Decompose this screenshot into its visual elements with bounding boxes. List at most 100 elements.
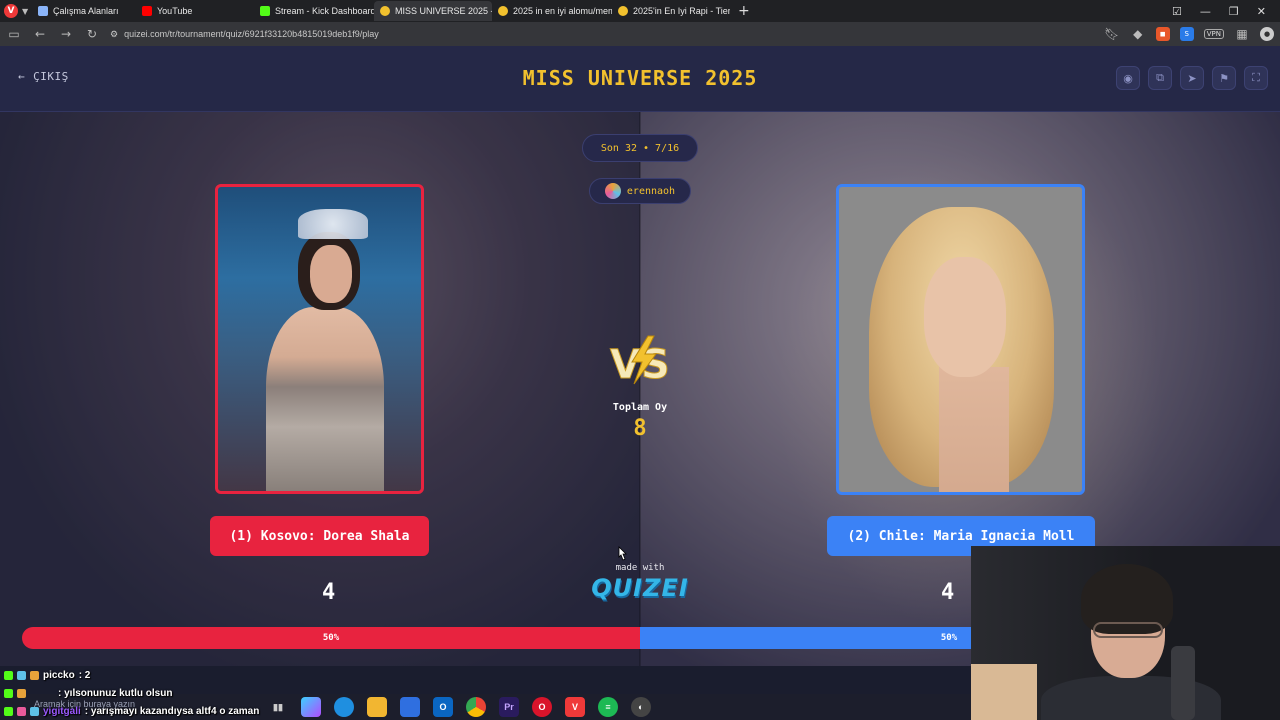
quizei-icon — [498, 6, 508, 16]
badge-icon — [30, 670, 39, 680]
webcam-overlay — [971, 546, 1280, 720]
forward-icon[interactable]: → — [58, 27, 74, 41]
photo-figure — [939, 367, 1009, 492]
header-actions: ◉ ⧉ ➤ ⚑ ⛶ — [1116, 66, 1268, 90]
tab-label: YouTube — [157, 6, 193, 16]
vote-count-right: 4 — [941, 580, 955, 605]
url-field[interactable]: ⚙ quizei.com/tr/tournament/quiz/6921f331… — [110, 25, 1094, 43]
mouse-cursor-icon — [618, 546, 627, 561]
panel-toggle-icon[interactable]: ▭ — [6, 27, 22, 41]
flag-icon[interactable]: ⚑ — [1212, 66, 1236, 90]
extension-icon[interactable]: S — [1179, 27, 1194, 41]
chevron-down-icon[interactable]: ▼ — [22, 7, 32, 16]
eye-icon[interactable]: ◉ — [1116, 66, 1140, 90]
tab-kick-dashboard[interactable]: Stream - Kick Dashboard — [254, 1, 374, 21]
vote-share-left: 50% — [22, 627, 640, 649]
made-with-label: made with — [615, 563, 665, 573]
contestant-photo-right[interactable] — [836, 184, 1085, 495]
screen: V ▼ Çalışma Alanları YouTube Stream - Ki… — [0, 0, 1280, 720]
total-votes-value: 8 — [633, 416, 647, 441]
copilot-icon[interactable] — [301, 697, 321, 717]
chrome-icon[interactable] — [466, 697, 486, 717]
obs-icon[interactable]: ◐ — [631, 697, 651, 717]
quizei-icon — [380, 6, 390, 16]
tab-label: Stream - Kick Dashboard — [275, 6, 374, 16]
quiz-header: ← ÇIKIŞ MISS UNIVERSE 2025 ◉ ⧉ ➤ ⚑ ⛶ — [0, 46, 1280, 112]
page-title: MISS UNIVERSE 2025 — [522, 66, 758, 90]
photo-face — [924, 257, 1006, 377]
vote-button-left[interactable]: (1) Kosovo: Dorea Shala — [210, 516, 429, 556]
tab-label: MISS UNIVERSE 2025 - Tier — [395, 6, 492, 16]
badge-icon — [4, 688, 13, 698]
vpn-button[interactable]: VPN — [1203, 29, 1224, 39]
badge-icon — [4, 670, 13, 680]
edge-icon[interactable] — [334, 697, 354, 717]
youtube-icon — [142, 6, 152, 16]
avatar — [604, 183, 621, 199]
chat-message: piccko : 2 — [4, 666, 304, 684]
bookmark-icon[interactable]: 🔖︎ — [1104, 27, 1120, 41]
contestant-photo-left[interactable] — [215, 184, 424, 494]
fullscreen-icon[interactable]: ⛶ — [1244, 66, 1268, 90]
quizei-icon — [618, 6, 628, 16]
spotify-icon[interactable]: ≡ — [598, 697, 618, 717]
quizei-logo[interactable]: QUIZEI — [590, 574, 690, 602]
extension-icon[interactable]: ◼ — [1155, 27, 1170, 41]
file-explorer-icon[interactable] — [367, 697, 387, 717]
store-icon[interactable] — [400, 697, 420, 717]
vs-lightning-icon: VS — [610, 335, 670, 386]
outlook-icon[interactable]: O — [433, 697, 453, 717]
photo-face — [310, 245, 352, 303]
badge-icon — [30, 706, 39, 716]
tab-label: Çalışma Alanları — [53, 6, 119, 16]
chat-message: : yılsonunuz kutlu olsun — [4, 684, 304, 702]
vivaldi-icon[interactable]: V — [565, 697, 585, 717]
close-icon[interactable]: ✕ — [1257, 5, 1266, 18]
tab-miss-universe[interactable]: MISS UNIVERSE 2025 - Tier — [374, 1, 492, 21]
vivaldi-logo-icon: V — [4, 4, 18, 18]
minimize-icon[interactable]: — — [1200, 5, 1211, 18]
round-indicator: Son 32 • 7/16 — [582, 134, 698, 162]
badge-icon — [17, 706, 26, 716]
new-tab-button[interactable]: + — [730, 3, 758, 19]
profile-avatar[interactable]: ● — [1260, 27, 1274, 41]
webcam-box — [971, 664, 1037, 720]
site-info-icon[interactable]: ⚙ — [110, 29, 118, 40]
chat-text: : yılsonunuz kutlu olsun — [58, 687, 173, 699]
premiere-icon[interactable]: Pr — [499, 697, 519, 717]
tab-youtube[interactable]: YouTube — [136, 1, 254, 21]
kick-icon — [260, 6, 270, 16]
restore-icon[interactable]: ❐ — [1229, 5, 1239, 18]
glasses-icon — [1093, 622, 1163, 638]
address-bar: ▭ ← → ↻ ⚙ quizei.com/tr/tournament/quiz/… — [0, 22, 1280, 46]
url-text: quizei.com/tr/tournament/quiz/6921f33120… — [124, 29, 379, 39]
send-icon[interactable]: ➤ — [1180, 66, 1204, 90]
badge-icon — [17, 688, 26, 698]
microphone-icon — [1171, 646, 1195, 720]
tab-list-icon[interactable]: ☑ — [1172, 5, 1182, 18]
opera-icon[interactable]: O — [532, 697, 552, 717]
reload-icon[interactable]: ↻ — [84, 27, 100, 41]
photo-figure — [266, 307, 384, 491]
tab-workspaces[interactable]: Çalışma Alanları — [32, 1, 136, 21]
tab-label: 2025 in en iyi alomu/meme — [513, 6, 612, 16]
tab-albums-2025[interactable]: 2025 in en iyi alomu/meme — [492, 1, 612, 21]
vote-count-left: 4 — [322, 580, 336, 605]
extension-dot-icon[interactable]: ◆ — [1130, 27, 1146, 41]
chat-username: yigitgali — [43, 705, 81, 717]
badge-icon — [17, 670, 26, 680]
creator-username: erennaoh — [626, 185, 676, 197]
browser-menu-button[interactable]: V — [0, 0, 22, 22]
stream-chat-overlay: piccko : 2 : yılsonunuz kutlu olsun yigi… — [4, 666, 304, 720]
copy-icon[interactable]: ⧉ — [1148, 66, 1172, 90]
chat-username: piccko — [43, 669, 75, 681]
crown-icon — [298, 209, 368, 239]
tab-label: 2025'in En Iyi Rapi - Tier Li — [633, 6, 730, 16]
tab-rap-2025[interactable]: 2025'in En Iyi Rapi - Tier Li — [612, 1, 730, 21]
extensions-icon[interactable]: ▦ — [1234, 27, 1250, 41]
back-icon[interactable]: ← — [32, 27, 48, 41]
total-votes-label: Toplam Oy — [612, 402, 668, 413]
creator-badge[interactable]: erennaoh — [589, 178, 691, 204]
workspaces-icon — [38, 6, 48, 16]
chat-text: : yarışmayı kazandıysa altf4 o zaman — [84, 705, 260, 717]
